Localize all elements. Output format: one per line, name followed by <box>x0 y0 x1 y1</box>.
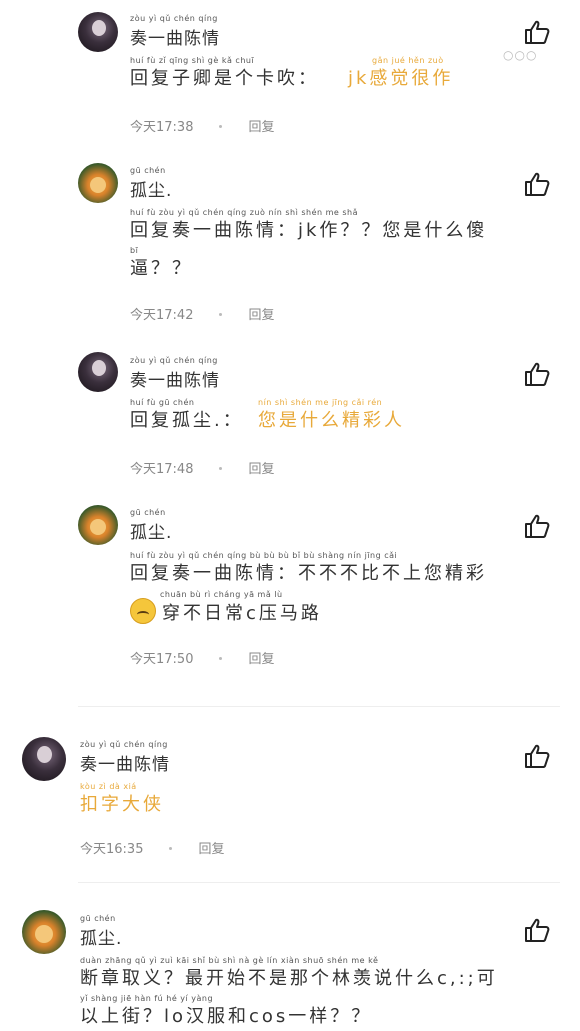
comment-meta: 今天17:50 回复 <box>130 648 274 667</box>
author-pinyin: gū chén <box>130 166 166 175</box>
divider <box>78 882 560 883</box>
avatar[interactable] <box>78 12 118 52</box>
comment-meta: 今天17:42 回复 <box>130 304 274 323</box>
avatar[interactable] <box>78 352 118 392</box>
comment-body: 断章取义？最开始不是那个林羡说什么c,:;可 <box>80 968 498 989</box>
thumbs-up-icon[interactable] <box>523 916 551 944</box>
comment-highlight: 扣字大侠 <box>80 794 164 815</box>
author-pinyin: zòu yì qǔ chén qíng <box>80 740 168 749</box>
author-pinyin: gū chén <box>80 914 116 923</box>
avatar[interactable] <box>22 737 66 781</box>
upside-down-face-emoji-icon <box>130 598 156 624</box>
comment-body-line2: 穿不日常c压马路 <box>130 598 322 625</box>
comment-body: 回复孤尘.： <box>130 410 244 431</box>
avatar[interactable] <box>22 910 66 954</box>
comment-meta: 今天17:38 回复 <box>130 116 274 135</box>
reply-button[interactable]: 回复 <box>248 120 274 135</box>
comment-highlight: jk感觉很作 <box>348 68 454 89</box>
comment-body: 回复奏一曲陈情：不不不比不上您精彩 <box>130 563 487 584</box>
timestamp: 今天17:48 <box>130 462 194 477</box>
comment-body: 回复子卿是个卡吹： <box>130 68 319 89</box>
author-name[interactable]: 奏一曲陈情 <box>130 366 220 391</box>
avatar[interactable] <box>78 163 118 203</box>
timestamp: 今天17:50 <box>130 652 194 667</box>
author-name[interactable]: 孤尘. <box>130 176 172 201</box>
comment-highlight: 您是什么精彩人 <box>258 410 405 431</box>
author-name[interactable]: 孤尘. <box>130 518 172 543</box>
comment-body-line2: 逼？？ <box>130 258 193 279</box>
author-pinyin: zòu yì qǔ chén qíng <box>130 356 218 365</box>
thumbs-up-icon[interactable] <box>523 18 551 46</box>
divider <box>78 706 560 707</box>
more-options-icon[interactable]: ○○○ <box>503 48 537 62</box>
reply-button[interactable]: 回复 <box>248 652 274 667</box>
timestamp: 今天16:35 <box>80 842 144 857</box>
thumbs-up-icon[interactable] <box>523 742 551 770</box>
thumbs-up-icon[interactable] <box>523 360 551 388</box>
reply-button[interactable]: 回复 <box>248 462 274 477</box>
comment-meta: 今天17:48 回复 <box>130 458 274 477</box>
author-name[interactable]: 奏一曲陈情 <box>80 750 170 775</box>
comment-meta: 今天16:35 回复 <box>80 838 224 857</box>
comment-body: 回复奏一曲陈情：jk作？？您是什么傻 <box>130 220 488 241</box>
author-name[interactable]: 孤尘. <box>80 924 122 949</box>
thumbs-up-icon[interactable] <box>523 512 551 540</box>
timestamp: 今天17:42 <box>130 308 194 323</box>
comment-body-line2: 以上街？lo汉服和cos一样？？ <box>80 1006 373 1027</box>
avatar[interactable] <box>78 505 118 545</box>
reply-button[interactable]: 回复 <box>248 308 274 323</box>
author-pinyin: zòu yì qǔ chén qíng <box>130 14 218 23</box>
comment-body-text: 穿不日常c压马路 <box>162 603 322 624</box>
timestamp: 今天17:38 <box>130 120 194 135</box>
author-name[interactable]: 奏一曲陈情 <box>130 24 220 49</box>
thumbs-up-icon[interactable] <box>523 170 551 198</box>
author-pinyin: gū chén <box>130 508 166 517</box>
reply-button[interactable]: 回复 <box>198 842 224 857</box>
